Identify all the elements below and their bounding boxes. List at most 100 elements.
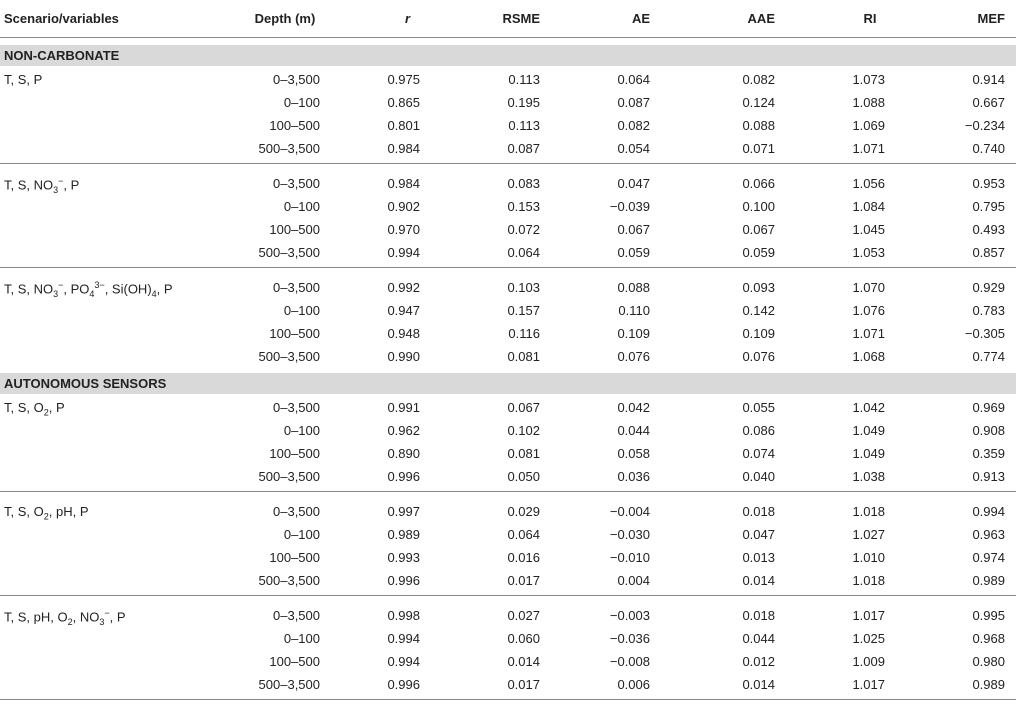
depth-cell: 0–3,500 xyxy=(273,72,320,87)
table-row: 0–100 0.902 0.153 −0.039 0.100 1.084 0.795 xyxy=(0,195,1016,218)
table-row: 500–3,500 0.996 0.017 0.006 0.014 1.017 0.989 xyxy=(0,673,1016,696)
mef-cell: 0.963 xyxy=(972,527,1005,542)
aae-cell: 0.142 xyxy=(742,303,775,318)
ae-cell: 0.047 xyxy=(617,176,650,191)
depth-cell: 0–3,500 xyxy=(273,608,320,623)
aae-cell: 0.066 xyxy=(742,176,775,191)
ae-cell: 0.004 xyxy=(617,573,650,588)
table-row: T, S, NO3−, PO43−, Si(OH)4, P 0–3,500 0.99… xyxy=(0,276,1016,299)
r-cell: 0.865 xyxy=(387,95,420,110)
mef-cell: 0.783 xyxy=(972,303,1005,318)
r-cell: 0.989 xyxy=(387,527,420,542)
depth-cell: 100–500 xyxy=(269,446,320,461)
depth-cell: 100–500 xyxy=(269,222,320,237)
aae-cell: 0.059 xyxy=(742,245,775,260)
table-header: Scenario/variables Depth (m) r RSME AE A… xyxy=(0,0,1016,38)
table-row: 0–100 0.947 0.157 0.110 0.142 1.076 0.783 xyxy=(0,299,1016,322)
mef-cell: 0.493 xyxy=(972,222,1005,237)
ri-cell: 1.010 xyxy=(852,550,885,565)
mef-cell: 0.995 xyxy=(972,608,1005,623)
header-aae: AAE xyxy=(747,11,775,26)
ri-cell: 1.076 xyxy=(852,303,885,318)
aae-cell: 0.100 xyxy=(742,199,775,214)
ri-cell: 1.073 xyxy=(852,72,885,87)
table-row: 100–500 0.948 0.116 0.109 0.109 1.071 −0.305 xyxy=(0,322,1016,345)
mef-cell: 0.795 xyxy=(972,199,1005,214)
ae-cell: 0.109 xyxy=(617,326,650,341)
mef-cell: 0.857 xyxy=(972,245,1005,260)
ae-cell: 0.006 xyxy=(617,677,650,692)
depth-cell: 100–500 xyxy=(269,654,320,669)
aae-cell: 0.124 xyxy=(742,95,775,110)
aae-cell: 0.013 xyxy=(742,550,775,565)
aae-cell: 0.088 xyxy=(742,118,775,133)
mef-cell: 0.908 xyxy=(972,423,1005,438)
aae-cell: 0.014 xyxy=(742,677,775,692)
mef-cell: −0.305 xyxy=(964,326,1005,341)
aae-cell: 0.067 xyxy=(742,222,775,237)
header-ae: AE xyxy=(631,11,650,26)
aae-cell: 0.071 xyxy=(742,141,775,156)
depth-cell: 0–100 xyxy=(283,423,320,438)
ae-cell: 0.059 xyxy=(617,245,650,260)
ri-cell: 1.069 xyxy=(852,118,885,133)
mef-cell: −0.234 xyxy=(964,118,1005,133)
mef-cell: 0.989 xyxy=(972,677,1005,692)
ae-cell: 0.087 xyxy=(617,95,650,110)
ri-cell: 1.070 xyxy=(852,280,885,295)
rsme-cell: 0.064 xyxy=(507,527,540,542)
ae-cell: 0.088 xyxy=(617,280,650,295)
rsme-cell: 0.017 xyxy=(507,677,540,692)
header-rule xyxy=(0,37,1016,38)
rsme-cell: 0.060 xyxy=(507,631,540,646)
ae-cell: 0.110 xyxy=(618,303,650,318)
ae-cell: 0.058 xyxy=(617,446,650,461)
scenario-label: T, S, O2, P xyxy=(4,400,65,418)
table-row: 100–500 0.993 0.016 −0.010 0.013 1.010 0.974 xyxy=(0,546,1016,569)
r-cell: 0.994 xyxy=(387,245,420,260)
depth-cell: 500–3,500 xyxy=(258,349,320,364)
depth-cell: 0–3,500 xyxy=(273,504,320,519)
depth-cell: 100–500 xyxy=(269,118,320,133)
table-row: 500–3,500 0.996 0.050 0.036 0.040 1.038 0.913 xyxy=(0,465,1016,488)
mef-cell: 0.969 xyxy=(972,400,1005,415)
r-cell: 0.991 xyxy=(387,400,420,415)
table-row: T, S, O2, P 0–3,500 0.991 0.067 0.042 0.055 1.… xyxy=(0,396,1016,419)
table-row: 0–100 0.994 0.060 −0.036 0.044 1.025 0.968 xyxy=(0,627,1016,650)
ae-cell: 0.064 xyxy=(617,72,650,87)
ae-cell: 0.036 xyxy=(617,469,650,484)
rsme-cell: 0.113 xyxy=(508,72,540,87)
table-row: 0–100 0.865 0.195 0.087 0.124 1.088 0.667 xyxy=(0,91,1016,114)
aae-cell: 0.014 xyxy=(742,573,775,588)
mef-cell: 0.667 xyxy=(972,95,1005,110)
aae-cell: 0.012 xyxy=(742,654,775,669)
table-row: 500–3,500 0.990 0.081 0.076 0.076 1.068 0.774 xyxy=(0,345,1016,368)
ri-cell: 1.049 xyxy=(852,446,885,461)
rsme-cell: 0.081 xyxy=(507,446,540,461)
ri-cell: 1.084 xyxy=(852,199,885,214)
header-ri: RI xyxy=(863,11,877,26)
depth-cell: 500–3,500 xyxy=(258,469,320,484)
aae-cell: 0.047 xyxy=(742,527,775,542)
table-row: T, S, NO3−, P 0–3,500 0.984 0.083 0.047 0.066… xyxy=(0,172,1016,195)
rsme-cell: 0.029 xyxy=(507,504,540,519)
ae-cell: −0.010 xyxy=(609,550,650,565)
r-cell: 0.947 xyxy=(387,303,420,318)
rsme-cell: 0.116 xyxy=(508,326,540,341)
mef-cell: 0.914 xyxy=(972,72,1005,87)
ri-cell: 1.056 xyxy=(852,176,885,191)
section-header: NON-CARBONATE xyxy=(0,45,1016,66)
ri-cell: 1.018 xyxy=(852,504,885,519)
r-cell: 0.994 xyxy=(387,631,420,646)
ri-cell: 1.025 xyxy=(852,631,885,646)
table-row: 0–100 0.962 0.102 0.044 0.086 1.049 0.908 xyxy=(0,419,1016,442)
depth-cell: 100–500 xyxy=(269,326,320,341)
rsme-cell: 0.017 xyxy=(507,573,540,588)
r-cell: 0.975 xyxy=(387,72,420,87)
depth-cell: 0–3,500 xyxy=(273,280,320,295)
r-cell: 0.902 xyxy=(387,199,420,214)
scenario-label: T, S, O2, pH, P xyxy=(4,504,89,522)
section-title: AUTONOMOUS SENSORS xyxy=(4,376,167,391)
mef-cell: 0.980 xyxy=(972,654,1005,669)
group-divider xyxy=(0,267,1016,268)
